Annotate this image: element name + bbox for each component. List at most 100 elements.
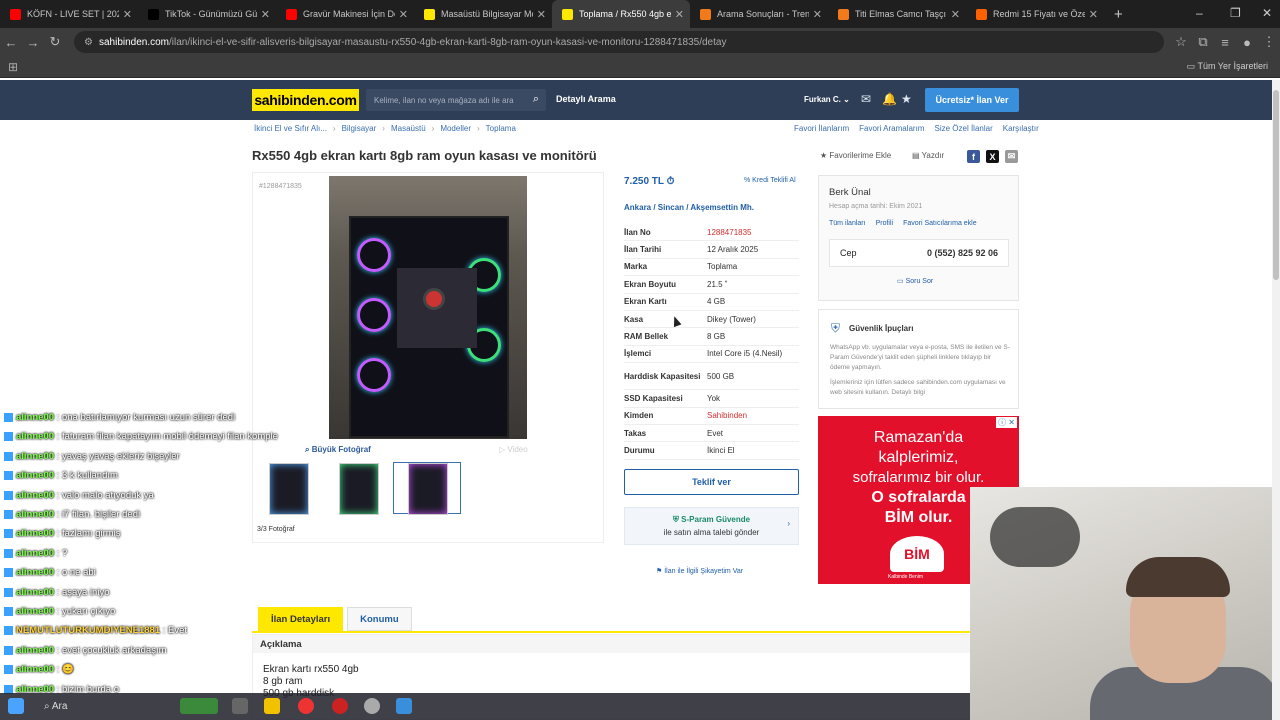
close-tab-icon[interactable]: ✕ (537, 8, 546, 21)
location-neighborhood[interactable]: Akşemsettin Mh. (690, 203, 754, 212)
sparam-box[interactable]: ⛨ S-Param Güvende ile satın alma talebi … (624, 507, 799, 545)
attribute-value: 1288471835 (707, 227, 752, 237)
main-photo[interactable] (329, 176, 527, 439)
facebook-share-icon[interactable]: f (967, 150, 980, 163)
complain-link[interactable]: ⚑ İlan ile İlgili Şikayetim Var (656, 567, 743, 575)
windows-start-icon[interactable] (8, 698, 24, 714)
browser-tab[interactable]: Titi Elmas Camcı Taşçı Gra ✕ (828, 0, 966, 28)
close-tab-icon[interactable]: ✕ (123, 8, 132, 21)
close-tab-icon[interactable]: ✕ (813, 8, 822, 21)
minimize-icon[interactable]: – (1196, 6, 1203, 20)
chrome-icon[interactable] (298, 698, 314, 714)
webcam-overlay (970, 487, 1280, 720)
breadcrumb-item[interactable]: Modeller (440, 124, 471, 133)
breadcrumb-item[interactable]: Toplama (486, 124, 516, 133)
search-input[interactable]: Kelime, ilan no veya mağaza adı ile ara … (366, 89, 546, 111)
sparam-title-label: S-Param Güvende (681, 515, 751, 524)
task-view-icon[interactable] (232, 698, 248, 714)
browser-tab[interactable]: Gravür Makinesi İçin Doğr ✕ (276, 0, 414, 28)
detailed-search-link[interactable]: Detaylı Arama (556, 94, 616, 104)
video-link[interactable]: ▷ Video (499, 445, 528, 454)
user-menu[interactable]: Furkan C. ⌄ (804, 95, 850, 104)
chevron-right-icon: › (787, 519, 790, 528)
browser-tab[interactable]: Toplama / Rx550 4gb ekr ✕ (552, 0, 690, 28)
attribute-value: Intel Core i5 (4.Nesil) (707, 349, 783, 359)
attribute-key: Kasa (624, 314, 644, 324)
attribute-row: Kasa Dikey (Tower) (624, 311, 799, 329)
breadcrumb-item[interactable]: Bilgisayar (342, 124, 377, 133)
page-scrollbar[interactable] (1272, 80, 1280, 720)
apps-grid-icon[interactable]: ⊞ (8, 60, 18, 74)
quick-link[interactable]: Karşılaştır (1003, 124, 1039, 133)
ad-info-icon[interactable]: ⓘ ✕ (996, 417, 1017, 428)
search-icon[interactable]: ⌕ (533, 93, 539, 106)
breadcrumb-item[interactable]: İkinci El ve Sıfır Alı... (254, 124, 327, 133)
all-bookmarks-link[interactable]: ▭ Tüm Yer İşaretleri (1187, 61, 1268, 72)
quick-link[interactable]: Favori İlanlarım (794, 124, 849, 133)
app-icon[interactable] (332, 698, 348, 714)
media-icon[interactable]: ≡ (1214, 35, 1236, 50)
breadcrumb-item[interactable]: Masaüstü (391, 124, 426, 133)
close-tab-icon[interactable]: ✕ (1089, 8, 1098, 21)
scrollbar-thumb[interactable] (1273, 90, 1279, 280)
app-icon[interactable] (364, 698, 380, 714)
seller-all-listings-link[interactable]: Tüm ilanları (829, 220, 866, 227)
attribute-value: 500 GB (707, 371, 735, 381)
url-input[interactable]: ⚙ sahibinden.com/ilan/ikinci-el-ve-sifir… (74, 31, 1164, 53)
browser-tab[interactable]: KÖFN - LIVE SET | 2023 - ✕ (0, 0, 138, 28)
browser-tab[interactable]: Masaüstü Bilgisayar Mod ✕ (414, 0, 552, 28)
close-tab-icon[interactable]: ✕ (675, 8, 684, 21)
close-window-icon[interactable]: ✕ (1262, 6, 1272, 20)
browser-tab[interactable]: TikTok - Günümüzü Güzel ✕ (138, 0, 276, 28)
x-share-icon[interactable]: X (986, 150, 999, 163)
taskbar-search[interactable]: ⌕ Ara (38, 697, 168, 716)
print-link[interactable]: ▤ Yazdır (912, 151, 944, 160)
safety-paragraph-2: İşlemleriniz için lütfen sadece sahibind… (830, 379, 1006, 396)
seller-phone[interactable]: Cep 0 (552) 825 92 06 (829, 239, 1009, 267)
messages-icon[interactable]: ✉ (861, 92, 871, 106)
new-tab-icon[interactable]: + (1114, 6, 1123, 23)
reload-icon[interactable]: ↻ (44, 34, 66, 50)
credit-offer-link[interactable]: % Kredi Teklifi Al (744, 177, 796, 184)
close-tab-icon[interactable]: ✕ (951, 8, 960, 21)
seller-profile-link[interactable]: Profili (876, 220, 894, 227)
close-tab-icon[interactable]: ✕ (399, 8, 408, 21)
location-city[interactable]: Ankara (624, 203, 651, 212)
maximize-icon[interactable]: ❐ (1230, 6, 1241, 20)
close-tab-icon[interactable]: ✕ (261, 8, 270, 21)
file-explorer-icon[interactable] (264, 698, 280, 714)
price-history-icon[interactable]: ⏱ (667, 176, 675, 187)
add-favorite-link[interactable]: ★ Favorilerime Ekle (820, 151, 891, 160)
ask-question-link[interactable]: ▭ Soru Sor (897, 277, 933, 285)
pc-case-image (349, 216, 509, 438)
site-info-icon[interactable]: ⚙ (84, 37, 93, 48)
site-logo[interactable]: sahibinden.com (252, 89, 359, 111)
seller-add-favorite-link[interactable]: Favori Satıcılarıma ekle (903, 220, 977, 227)
chat-message: alinne00 : aşaya iniyo (4, 587, 109, 598)
extensions-icon[interactable]: ⧉ (1192, 34, 1214, 50)
menu-icon[interactable]: ⋮ (1258, 34, 1280, 50)
forward-icon[interactable]: → (22, 35, 44, 50)
browser-tab[interactable]: Redmi 15 Fiyatı ve Özellik ✕ (966, 0, 1104, 28)
quick-link[interactable]: Size Özel İlanlar (934, 124, 992, 133)
profile-avatar[interactable]: ● (1236, 35, 1258, 50)
attribute-value: 8 GB (707, 332, 726, 342)
chat-message: alinne00 : yavaş yavaş ekleriz bişeyler (4, 451, 180, 462)
widget-icon[interactable] (180, 698, 218, 714)
browser-tab[interactable]: Arama Sonuçları - Trendy ✕ (690, 0, 828, 28)
email-share-icon[interactable]: ✉ (1005, 150, 1018, 163)
back-icon[interactable]: ← (0, 35, 22, 50)
notifications-icon[interactable]: 🔔 (882, 92, 897, 106)
location-district[interactable]: Sincan (658, 203, 684, 212)
post-ad-button[interactable]: Ücretsiz* İlan Ver (925, 88, 1019, 112)
quick-link[interactable]: Favori Aramalarım (859, 124, 924, 133)
photos-icon[interactable] (396, 698, 412, 714)
seller-name[interactable]: Berk Ünal (829, 187, 871, 198)
favorites-star-icon[interactable]: ★ (901, 92, 912, 106)
tab-location[interactable]: Konumu (347, 607, 412, 631)
thumbnail-3[interactable] (393, 462, 461, 515)
chat-text: : ona batırlamıyor kurması uzun sürer de… (56, 412, 236, 423)
thumbnail-2[interactable] (323, 462, 391, 515)
bookmark-star-icon[interactable]: ☆ (1170, 34, 1192, 50)
offer-button[interactable]: Teklif ver (624, 469, 799, 495)
